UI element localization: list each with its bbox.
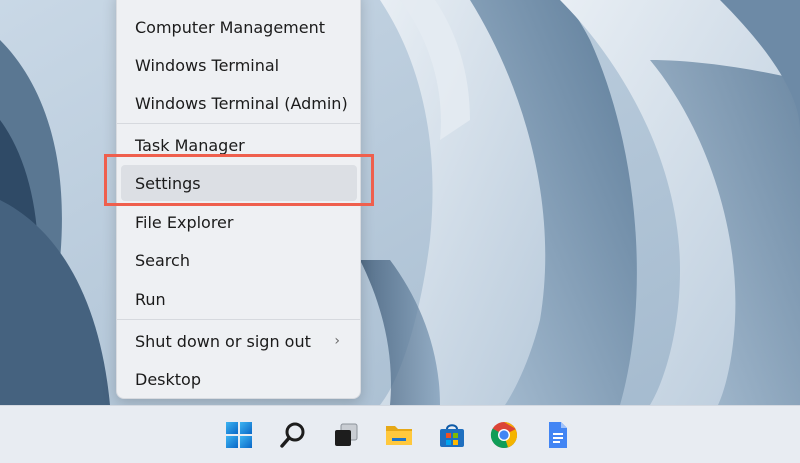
menu-item-computer-management[interactable]: Computer Management <box>119 9 358 45</box>
chevron-right-icon: › <box>334 333 340 349</box>
menu-item-desktop[interactable]: Desktop <box>119 361 358 397</box>
desktop-screen: Computer Management Windows Terminal Win… <box>0 0 800 463</box>
menu-separator <box>117 319 360 320</box>
menu-item-run[interactable]: Run <box>119 281 358 317</box>
menu-item-label: Task Manager <box>135 135 245 155</box>
menu-item-label: File Explorer <box>135 212 234 232</box>
taskbar <box>0 405 800 463</box>
windows-start-icon[interactable] <box>223 419 255 451</box>
menu-item-label: Shut down or sign out <box>135 331 311 351</box>
menu-item-label: Run <box>135 289 166 309</box>
menu-item-label: Windows Terminal (Admin) <box>135 93 348 113</box>
menu-item-search[interactable]: Search <box>119 242 358 278</box>
menu-item-windows-terminal[interactable]: Windows Terminal <box>119 47 358 83</box>
file-explorer-icon[interactable] <box>383 419 415 451</box>
search-icon[interactable] <box>277 419 309 451</box>
menu-item-label: Computer Management <box>135 17 326 37</box>
settings-highlight-box <box>104 154 374 206</box>
task-view-icon[interactable] <box>330 419 362 451</box>
menu-item-label: Search <box>135 250 190 270</box>
microsoft-store-icon[interactable] <box>436 419 468 451</box>
menu-separator <box>117 123 360 124</box>
google-docs-icon[interactable] <box>542 419 574 451</box>
menu-item-shut-down-or-sign-out[interactable]: Shut down or sign out › <box>119 323 358 359</box>
menu-item-label: Windows Terminal <box>135 55 280 75</box>
chrome-icon[interactable] <box>488 419 520 451</box>
menu-item-label: Desktop <box>135 369 201 389</box>
menu-item-file-explorer[interactable]: File Explorer <box>119 204 358 240</box>
menu-item-windows-terminal-admin[interactable]: Windows Terminal (Admin) <box>119 85 358 121</box>
